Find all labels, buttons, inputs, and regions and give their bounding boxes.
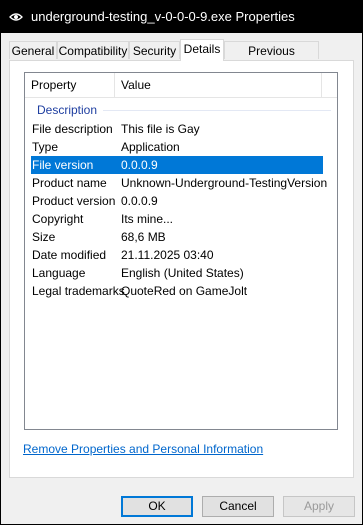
list-item[interactable]: Size 68,6 MB [31, 228, 323, 246]
list-item[interactable]: Product version 0.0.0.9 [31, 192, 323, 210]
tab-details-label: Details [183, 42, 221, 56]
tab-security[interactable]: Security [129, 41, 180, 59]
property-value: This file is Gay [121, 122, 200, 136]
ok-button-label: OK [148, 499, 166, 513]
property-name: Product name [32, 176, 107, 190]
column-header-value[interactable]: Value [115, 73, 321, 97]
title-bar[interactable]: underground-testing_v-0-0-0-9.exe Proper… [1, 1, 362, 33]
cancel-button-label: Cancel [219, 499, 257, 513]
details-panel: Property Value Description File descript… [9, 60, 354, 478]
property-name: Language [32, 266, 86, 280]
tab-general[interactable]: General [9, 41, 57, 59]
property-value: Application [121, 140, 180, 154]
column-separator[interactable] [321, 73, 322, 97]
apply-button-label: Apply [303, 499, 335, 513]
apply-button[interactable]: Apply [283, 496, 355, 517]
list-item[interactable]: Legal trademarks QuoteRed on GameJolt [31, 282, 323, 300]
list-item[interactable]: Product name Unknown-Underground-Testing… [31, 174, 327, 192]
property-value: 21.11.2025 03:40 [121, 248, 214, 262]
property-value: 0.0.0.9 [121, 194, 158, 208]
property-name: Copyright [32, 212, 84, 226]
list-item[interactable]: Language English (United States) [31, 264, 323, 282]
tab-compatibility-label: Compatibility [58, 44, 128, 58]
column-value-label: Value [121, 78, 151, 92]
list-item[interactable]: File description This file is Gay [31, 120, 323, 138]
property-name: Size [32, 230, 56, 244]
property-value: Its mine... [121, 212, 174, 226]
column-header-property[interactable]: Property [25, 73, 119, 97]
property-value: 0.0.0.9 [121, 158, 158, 172]
list-item-selected[interactable]: File version 0.0.0.9 [31, 156, 323, 174]
property-value: Unknown-Underground-TestingVersion [121, 176, 328, 190]
group-header-description: Description [37, 103, 98, 117]
list-item[interactable]: Copyright Its mine... [31, 210, 323, 228]
group-divider [103, 110, 331, 111]
details-list[interactable]: Property Value Description File descript… [24, 72, 338, 430]
property-value: QuoteRed on GameJolt [121, 284, 248, 298]
eye-icon [9, 11, 23, 21]
property-name: Date modified [32, 248, 107, 262]
list-header: Property Value [25, 73, 337, 98]
cancel-button[interactable]: Cancel [202, 496, 274, 517]
properties-window: underground-testing_v-0-0-0-9.exe Proper… [0, 0, 363, 525]
remove-properties-link[interactable]: Remove Properties and Personal Informati… [23, 442, 263, 456]
property-name: File version [32, 158, 94, 172]
column-property-label: Property [31, 78, 77, 92]
property-name: Type [32, 140, 59, 154]
property-value: 68,6 MB [121, 230, 166, 244]
property-name: File description [32, 122, 113, 136]
tab-previous-versions[interactable]: Previous Versions [224, 41, 319, 76]
tab-security-label: Security [132, 44, 177, 58]
list-item[interactable]: Date modified 21.11.2025 03:40 [31, 246, 323, 264]
property-name: Legal trademarks [32, 284, 125, 298]
property-name: Product version [32, 194, 116, 208]
property-value: English (United States) [121, 266, 244, 280]
tab-compatibility[interactable]: Compatibility [57, 41, 129, 59]
tab-general-label: General [11, 44, 55, 58]
ok-button[interactable]: OK [121, 496, 193, 517]
tab-strip: General Compatibility Security Details P… [9, 39, 354, 76]
tab-details[interactable]: Details [180, 39, 224, 61]
window-title: underground-testing_v-0-0-0-9.exe Proper… [31, 9, 295, 24]
list-item[interactable]: Type Application [31, 138, 323, 156]
